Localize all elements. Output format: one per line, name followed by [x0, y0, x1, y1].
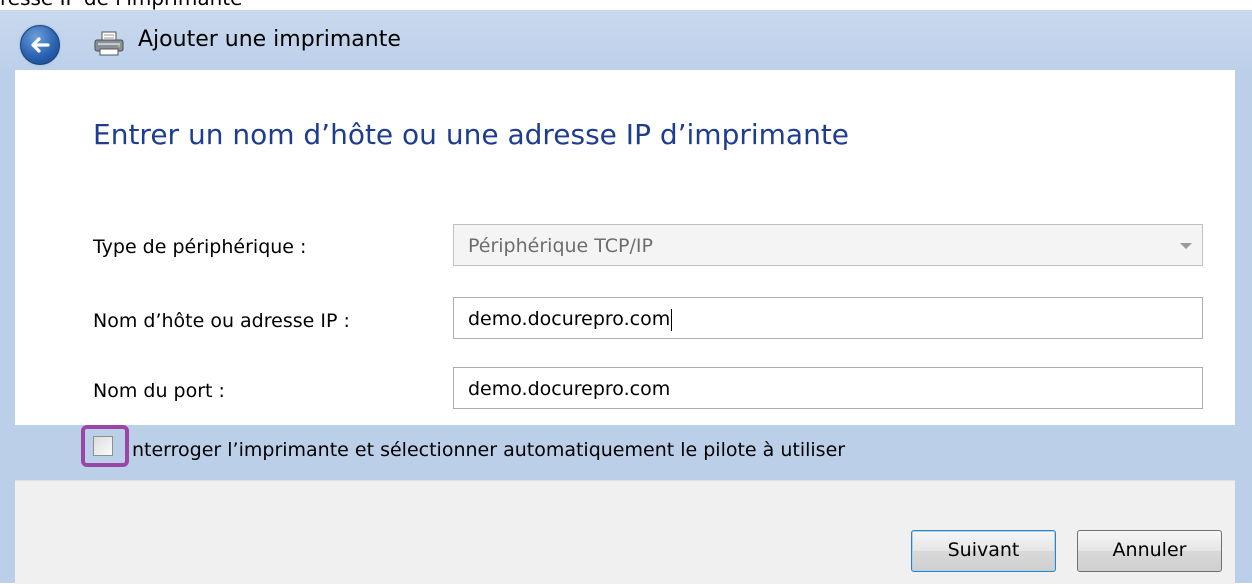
text-caret — [671, 308, 673, 331]
query-printer-checkbox[interactable] — [93, 436, 113, 456]
query-printer-label[interactable]: nterroger l’imprimante et sélectionner a… — [132, 439, 845, 461]
chevron-down-icon — [1180, 243, 1192, 249]
cancel-button[interactable]: Annuler — [1077, 530, 1222, 572]
hostname-value: demo.docurepro.com — [468, 308, 671, 330]
hostname-value-wrap: demo.docurepro.com — [468, 308, 673, 331]
device-type-label: Type de périphérique : — [93, 236, 307, 258]
port-name-value: demo.docurepro.com — [468, 378, 671, 400]
device-type-value: Périphérique TCP/IP — [468, 235, 653, 257]
port-name-label: Nom du port : — [93, 380, 225, 402]
printer-icon — [94, 31, 124, 56]
hostname-label: Nom d’hôte ou adresse IP : — [93, 310, 350, 332]
back-button[interactable] — [20, 25, 60, 65]
hostname-input[interactable]: demo.docurepro.com — [453, 297, 1203, 339]
window-title: Ajouter une imprimante — [138, 27, 401, 52]
port-name-input[interactable]: demo.docurepro.com — [453, 367, 1203, 409]
next-button[interactable]: Suivant — [911, 530, 1056, 572]
caption-text: ressé IP de l'imprimante — [0, 0, 242, 10]
device-type-select[interactable]: Périphérique TCP/IP — [453, 224, 1203, 266]
back-arrow-icon — [31, 37, 50, 53]
page-heading: Entrer un nom d’hôte ou une adresse IP d… — [93, 118, 850, 151]
caption-strip: ressé IP de l'imprimante — [0, 0, 1252, 10]
